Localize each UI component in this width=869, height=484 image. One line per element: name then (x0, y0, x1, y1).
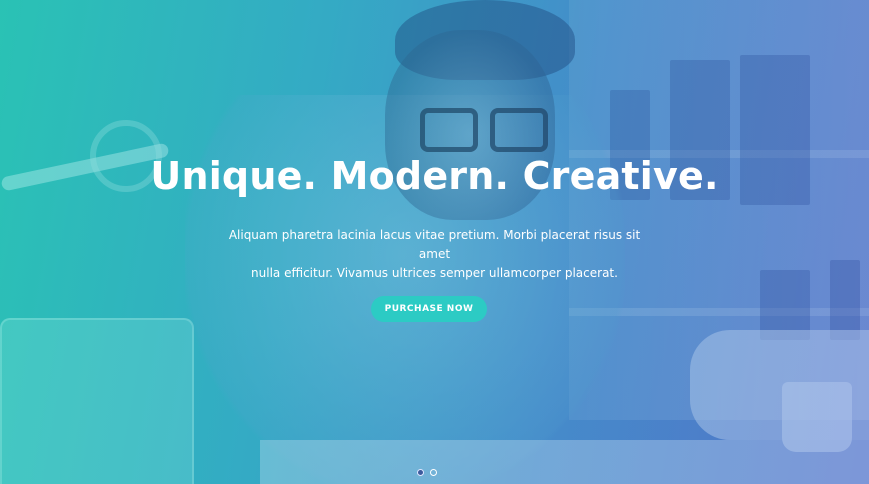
hero-content: Unique. Modern. Creative. Aliquam pharet… (0, 0, 869, 484)
hero-subtext: Aliquam pharetra lacinia lacus vitae pre… (220, 226, 649, 283)
hero-slider: Unique. Modern. Creative. Aliquam pharet… (0, 0, 869, 484)
hero-subtext-line1: Aliquam pharetra lacinia lacus vitae pre… (228, 228, 641, 261)
purchase-now-button[interactable]: PURCHASE NOW (371, 296, 487, 322)
hero-subtext-line2: nulla efficitur. Vivamus ultrices semper… (251, 266, 618, 280)
hero-headline: Unique. Modern. Creative. (150, 154, 719, 198)
slide-dot-2[interactable] (430, 469, 437, 476)
slider-pagination (417, 469, 437, 476)
slide-dot-1[interactable] (417, 469, 424, 476)
